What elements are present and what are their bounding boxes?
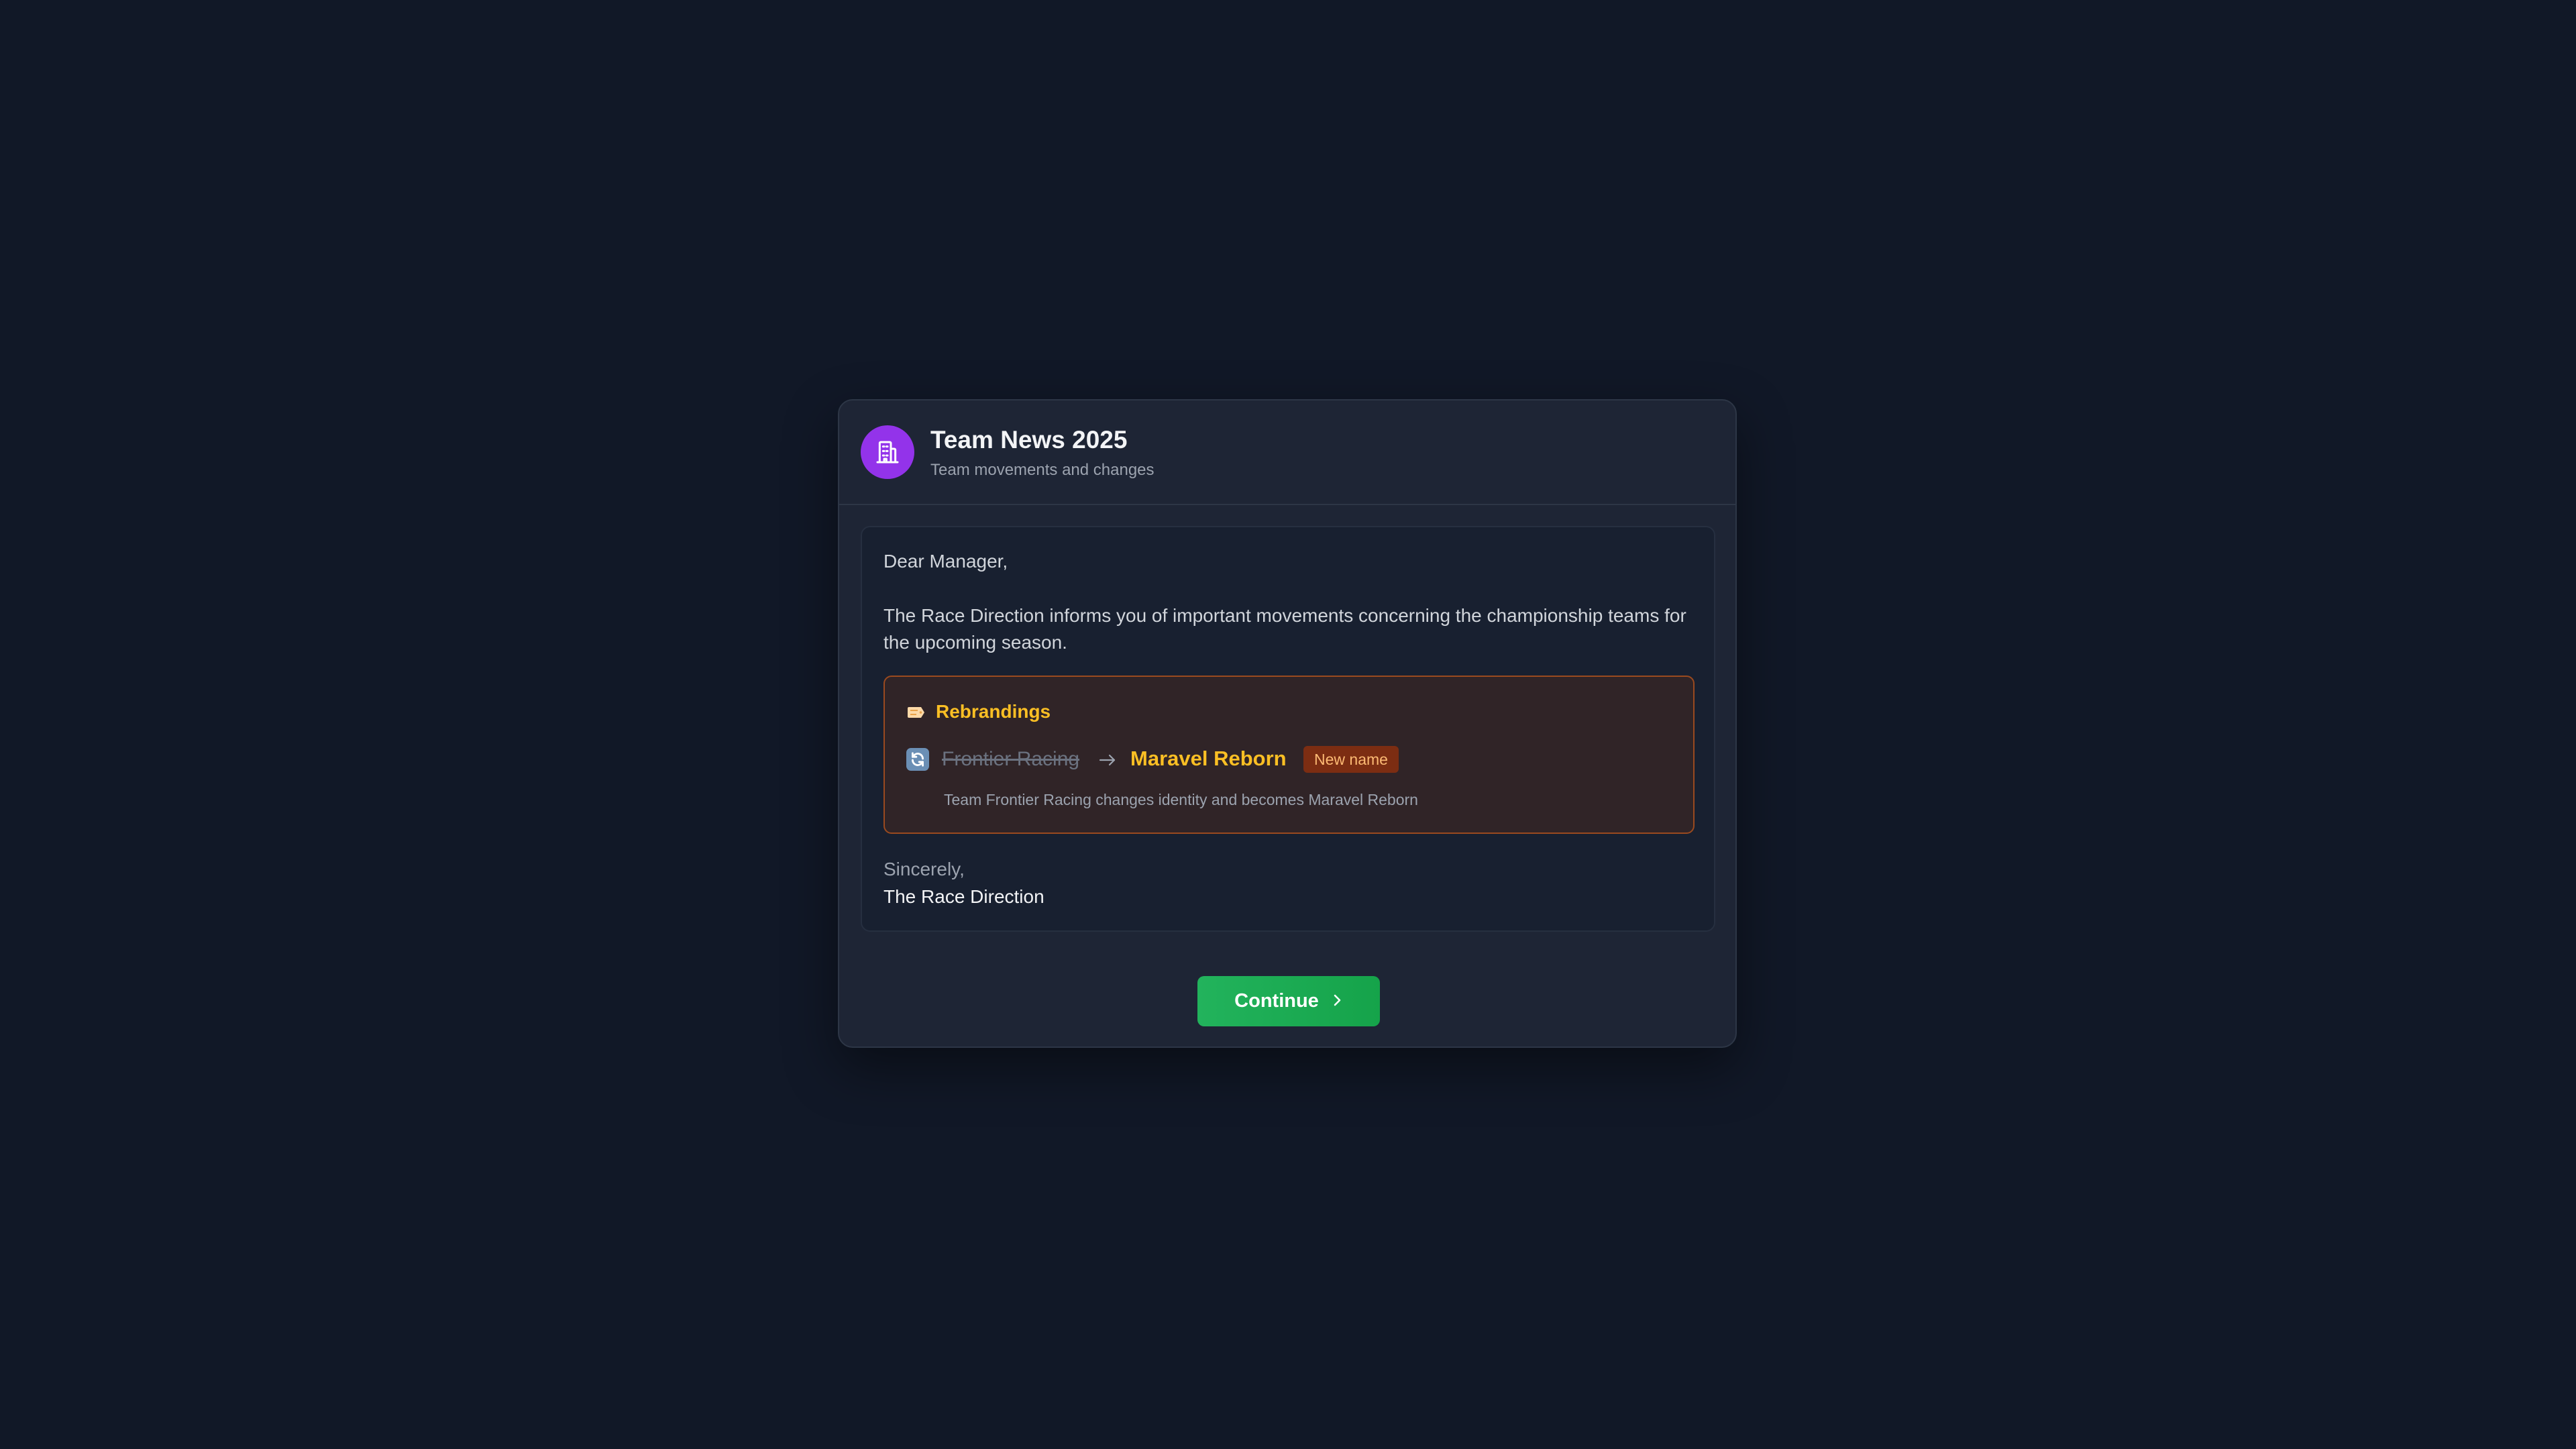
old-team-name: Frontier Racing <box>942 748 1080 770</box>
letter-intro: The Race Direction informs you of import… <box>883 605 1686 653</box>
team-news-modal: Team News 2025 Team movements and change… <box>838 399 1737 1048</box>
refresh-icon <box>906 748 929 771</box>
letter-signature: The Race Direction <box>883 886 1044 907</box>
modal-header: Team News 2025 Team movements and change… <box>839 400 1735 505</box>
letter-card: Dear Manager, The Race Direction informs… <box>861 526 1715 932</box>
letter-closing: Sincerely, <box>883 859 965 879</box>
new-team-name: Maravel Reborn <box>1130 747 1287 770</box>
rebranding-description: Team Frontier Racing changes identity an… <box>944 791 1418 808</box>
building-icon <box>861 425 914 479</box>
arrow-right-icon <box>1098 752 1117 771</box>
letter-greeting: Dear Manager, <box>883 551 1008 572</box>
label-tag-icon <box>906 706 925 722</box>
rebrandings-section: Rebrandings Frontier Racing Maravel Rebo… <box>883 676 1695 834</box>
rebrandings-title: Rebrandings <box>936 701 1051 722</box>
modal-title: Team News 2025 <box>930 426 1128 453</box>
continue-button[interactable]: Continue <box>1197 976 1380 1026</box>
chevron-right-icon <box>1331 990 1343 1012</box>
continue-label: Continue <box>1234 990 1319 1012</box>
new-name-badge: New name <box>1303 746 1399 773</box>
modal-subtitle: Team movements and changes <box>930 461 1155 479</box>
